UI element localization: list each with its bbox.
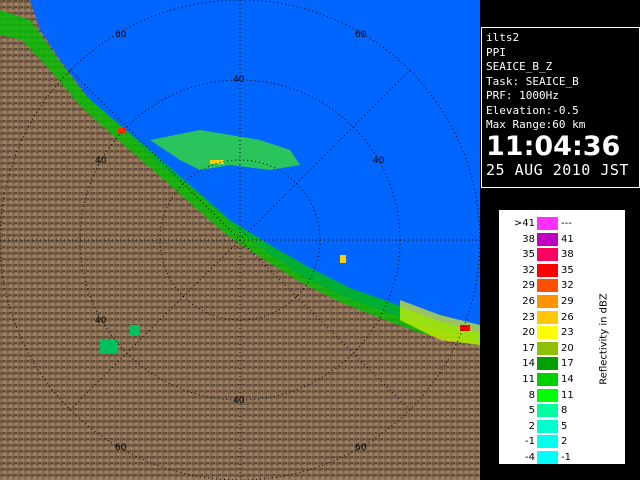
legend-row: 25 [511,419,591,435]
radar-ppi-map: 60 60 40 40 40 40 40 60 60 [0,0,480,480]
legend-upper-bound: 38 [561,249,574,261]
scan-date: 25 AUG 2010 JST [486,160,629,179]
legend-lower-bound: 14 [522,358,535,370]
legend-upper-bound: 8 [561,405,568,417]
legend-color-swatch [537,248,558,262]
legend-color-swatch [537,326,558,340]
legend-lower-bound: 23 [522,311,535,323]
range-label: 60 [115,443,127,453]
legend-row: 20 23 [511,325,591,341]
legend-upper-bound: 29 [561,295,574,307]
range-label: 60 [115,30,127,40]
echo-spot [118,128,126,134]
legend-upper-bound: 17 [561,358,574,370]
legend-row: 14 17 [511,356,591,372]
legend-color-swatch [537,232,558,246]
legend-row: 11 14 [511,372,591,388]
legend-upper-bound: -1 [561,451,571,463]
legend-color-swatch [537,279,558,293]
legend-color-swatch [537,435,558,449]
legend-color-swatch [537,419,558,433]
range-label: 40 [95,316,107,326]
legend-upper-bound: 41 [561,233,574,245]
legend-row: 8 11 [511,388,591,404]
scan-time: 11:04:36 [486,130,621,162]
range-label: 60 [355,443,367,453]
legend-title: Reflectivity in dBZ [598,293,610,385]
task-name: Task: SEAICE_B [486,74,579,88]
range-label: 40 [373,156,385,166]
legend-color-swatch [537,388,558,402]
legend-lower-bound: 26 [522,295,535,307]
range-label: 60 [355,30,367,40]
legend-upper-bound: 2 [561,436,568,448]
legend-upper-bound: 26 [561,311,574,323]
legend-lower-bound: 11 [522,373,535,385]
range-label: 40 [233,75,245,85]
legend-row: -4 -1 [511,450,591,466]
info-panel: ilts2 PPI SEAICE_B_Z Task: SEAICE_B PRF:… [481,27,640,188]
range-label: 40 [95,156,107,166]
legend-upper-bound: 35 [561,264,574,276]
legend-color-swatch [537,294,558,308]
legend-upper-bound: --- [561,218,572,229]
legend-lower-bound: 38 [522,233,535,245]
legend-lower-bound: 29 [522,280,535,292]
legend-color-swatch [537,357,558,371]
legend-row: -1 2 [511,434,591,450]
legend-upper-bound: 23 [561,327,574,339]
legend-color-swatch [537,341,558,355]
legend-lower-bound: 5 [528,405,535,417]
reflectivity-legend: >41 --- 38 41 35 38 32 35 29 32 26 29 23 26 20 23 17 20 14… [499,210,625,464]
legend-row: 29 32 [511,278,591,294]
echo-spot [460,325,470,331]
legend-lower-bound: >41 [513,218,535,229]
legend-row: 26 29 [511,294,591,310]
product-name: SEAICE_B_Z [486,60,553,73]
legend-color-swatch [537,372,558,386]
prf-value: PRF: 1000Hz [486,89,559,102]
echo-spot [100,340,118,354]
legend-upper-bound: 14 [561,373,574,385]
station-name: ilts2 [486,31,520,44]
legend-color-swatch [537,263,558,277]
legend-color-swatch [537,217,558,230]
legend-row: 35 38 [511,247,591,263]
legend-row: 32 35 [511,263,591,279]
elevation-value: Elevation:-0.5 [486,103,579,117]
legend-color-swatch [537,310,558,324]
legend-lower-bound: 20 [522,327,535,339]
legend-lower-bound: 8 [528,389,535,401]
legend-row: 38 41 [511,232,591,248]
legend-lower-bound: -1 [525,436,535,448]
legend-lower-bound: -4 [525,451,535,463]
legend-lower-bound: 35 [522,249,535,261]
legend-color-swatch [537,404,558,418]
echo-spot [130,325,140,335]
legend-scale: >41 --- 38 41 35 38 32 35 29 32 26 29 23 26 20 23 17 20 14… [511,216,591,466]
legend-lower-bound: 2 [528,420,535,432]
legend-upper-bound: 11 [561,389,574,401]
product-type: PPI [486,45,506,59]
legend-row: >41 --- [511,216,591,232]
legend-color-swatch [537,450,558,464]
range-label: 40 [233,396,245,406]
legend-upper-bound: 20 [561,342,574,354]
legend-lower-bound: 17 [522,342,535,354]
legend-lower-bound: 32 [522,264,535,276]
legend-row: 58 [511,403,591,419]
legend-row: 17 20 [511,341,591,357]
legend-upper-bound: 5 [561,420,568,432]
echo-spot [340,255,346,263]
legend-row: 23 26 [511,310,591,326]
legend-upper-bound: 32 [561,280,574,292]
